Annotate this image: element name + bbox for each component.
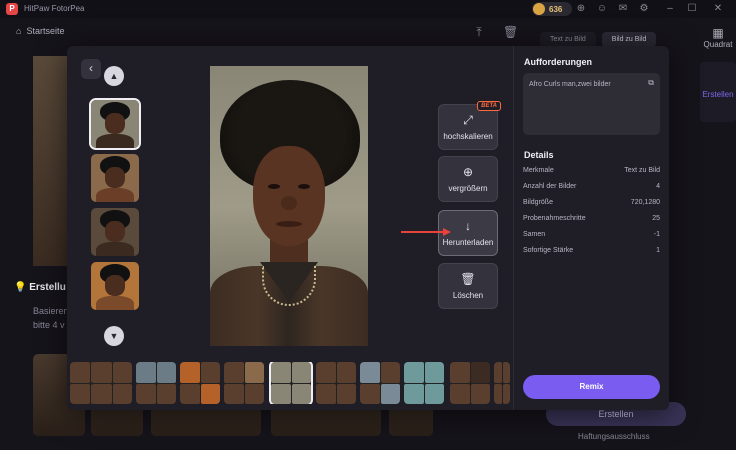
history-thumb[interactable] <box>92 362 132 404</box>
panel-divider <box>513 46 514 410</box>
side-erstellen[interactable]: Erstellen <box>700 62 736 122</box>
detail-key: Samen <box>523 231 546 238</box>
requirements-heading: Aufforderungen <box>524 57 592 67</box>
scroll-up-button[interactable]: ▲ <box>104 66 124 86</box>
detail-key: Sofortige Stärke <box>523 247 574 254</box>
app-title: HitPaw FotorPea <box>24 4 85 13</box>
settings-icon[interactable]: ⚙ <box>638 3 650 15</box>
chevron-up-icon: ▲ <box>109 71 119 81</box>
tab-image-to-image[interactable]: Bild zu Bild <box>601 32 657 47</box>
app-logo-icon: P <box>6 3 18 15</box>
download-label: Herunterladen <box>442 238 494 247</box>
mode-tabs: Text zu Bild Bild zu Bild <box>540 32 657 47</box>
details-heading: Details <box>524 150 554 160</box>
detail-key: Probenahmeschritte <box>523 215 586 222</box>
history-thumb[interactable] <box>316 362 356 404</box>
prompt-box: Afro Curls man,zwei bilder ⧉ <box>523 73 660 135</box>
detail-value: 1 <box>656 247 660 254</box>
history-thumb[interactable] <box>494 362 510 404</box>
detail-value: Text zu Bild <box>624 167 660 174</box>
background-preview-image <box>33 56 67 266</box>
remix-button[interactable]: Remix <box>523 375 660 399</box>
trash-bg-icon[interactable]: 🗑 <box>503 26 518 38</box>
coin-count: 636 <box>549 4 563 14</box>
prompt-text: Afro Curls man,zwei bilder <box>529 81 611 88</box>
detail-row: Bildgröße 720,1280 <box>523 199 660 211</box>
annotation-arrow <box>401 228 451 236</box>
history-thumb[interactable] <box>180 362 220 404</box>
detail-row: Anzahl der Bilder 4 <box>523 183 660 195</box>
generated-portrait-image <box>210 66 368 346</box>
minimize-icon[interactable]: – <box>664 3 676 15</box>
title-bar: P HitPaw FotorPea 636 ⊕ ☺ ✉ ⚙ – ☐ ✕ <box>0 0 736 18</box>
discord-icon[interactable]: ☺ <box>596 3 608 15</box>
breadcrumb-home[interactable]: ⌂ Startseite <box>16 26 64 36</box>
thumbnail[interactable] <box>91 154 139 202</box>
image-viewer-modal: ‹ ▲ ▼ BETA ⤢ hochskalieren ⊕ vergrößern … <box>67 46 669 410</box>
app-window: P HitPaw FotorPea 636 ⊕ ☺ ✉ ⚙ – ☐ ✕ ⌂ St… <box>0 0 736 450</box>
detail-row: Samen -1 <box>523 231 660 243</box>
thumbnail[interactable] <box>91 208 139 256</box>
detail-value: 4 <box>656 183 660 190</box>
grid-icon: ▦ <box>712 26 724 40</box>
thumbnail[interactable] <box>91 262 139 310</box>
quadrat-label: Quadrat <box>703 40 733 49</box>
delete-label: Löschen <box>452 291 484 300</box>
section-title: 💡 Erstellu <box>14 282 66 293</box>
home-icon: ⌂ <box>16 26 22 36</box>
coin-balance[interactable]: 636 <box>532 2 572 16</box>
coin-icon <box>533 3 545 15</box>
detail-value: 25 <box>652 215 660 222</box>
history-thumb[interactable] <box>136 362 176 404</box>
zoom-in-icon: ⊕ <box>462 165 474 179</box>
copy-icon[interactable]: ⧉ <box>648 78 654 88</box>
home-label: Startseite <box>26 26 65 36</box>
detail-key: Anzahl der Bilder <box>523 183 577 190</box>
maximize-icon[interactable]: ☐ <box>686 3 698 15</box>
beta-badge: BETA <box>477 101 501 111</box>
chevron-left-icon: ‹ <box>89 61 93 75</box>
thumbnail-selected[interactable] <box>89 98 141 150</box>
section-text-2: bitte 4 v <box>33 320 65 330</box>
detail-value: 720,1280 <box>630 199 660 206</box>
side-erstellen-label: Erstellen <box>702 90 734 99</box>
detail-row: Sofortige Stärke 1 <box>523 247 660 259</box>
history-thumb[interactable] <box>360 362 400 404</box>
history-thumb[interactable] <box>450 362 490 404</box>
lightbulb-icon: 💡 <box>14 282 27 293</box>
history-thumb[interactable] <box>404 362 444 404</box>
add-coins-icon[interactable]: ⊕ <box>575 3 587 15</box>
trash-icon: 🗑 <box>460 272 476 286</box>
history-thumb-selected[interactable] <box>269 362 313 404</box>
section-text-1: Basieren <box>33 306 69 316</box>
detail-key: Merkmale <box>523 167 554 174</box>
delete-button[interactable]: 🗑 Löschen <box>438 263 498 309</box>
zoom-button[interactable]: ⊕ vergrößern <box>438 156 498 202</box>
upscale-icon: ⤢ <box>463 113 473 127</box>
close-icon[interactable]: ✕ <box>712 3 724 15</box>
disclaimer-link[interactable]: Haftungsausschluss <box>578 432 650 441</box>
back-button[interactable]: ‹ <box>81 59 101 79</box>
chevron-down-icon: ▼ <box>109 331 119 341</box>
mail-icon[interactable]: ✉ <box>617 3 629 15</box>
zoom-label: vergrößern <box>448 184 488 193</box>
upscale-label: hochskalieren <box>443 132 493 141</box>
scroll-down-button[interactable]: ▼ <box>104 326 124 346</box>
upscale-button[interactable]: BETA ⤢ hochskalieren <box>438 101 501 150</box>
tab-text-to-image[interactable]: Text zu Bild <box>540 32 596 47</box>
upload-icon[interactable]: ⤒ <box>473 26 485 38</box>
detail-row: Probenahmeschritte 25 <box>523 215 660 227</box>
detail-row: Merkmale Text zu Bild <box>523 167 660 179</box>
detail-key: Bildgröße <box>523 199 553 206</box>
history-thumb[interactable] <box>224 362 264 404</box>
detail-value: -1 <box>653 231 660 238</box>
history-strip <box>70 362 510 404</box>
aspect-quadrat[interactable]: ▦ Quadrat <box>700 26 736 49</box>
section-title-text: Erstellu <box>29 282 66 293</box>
